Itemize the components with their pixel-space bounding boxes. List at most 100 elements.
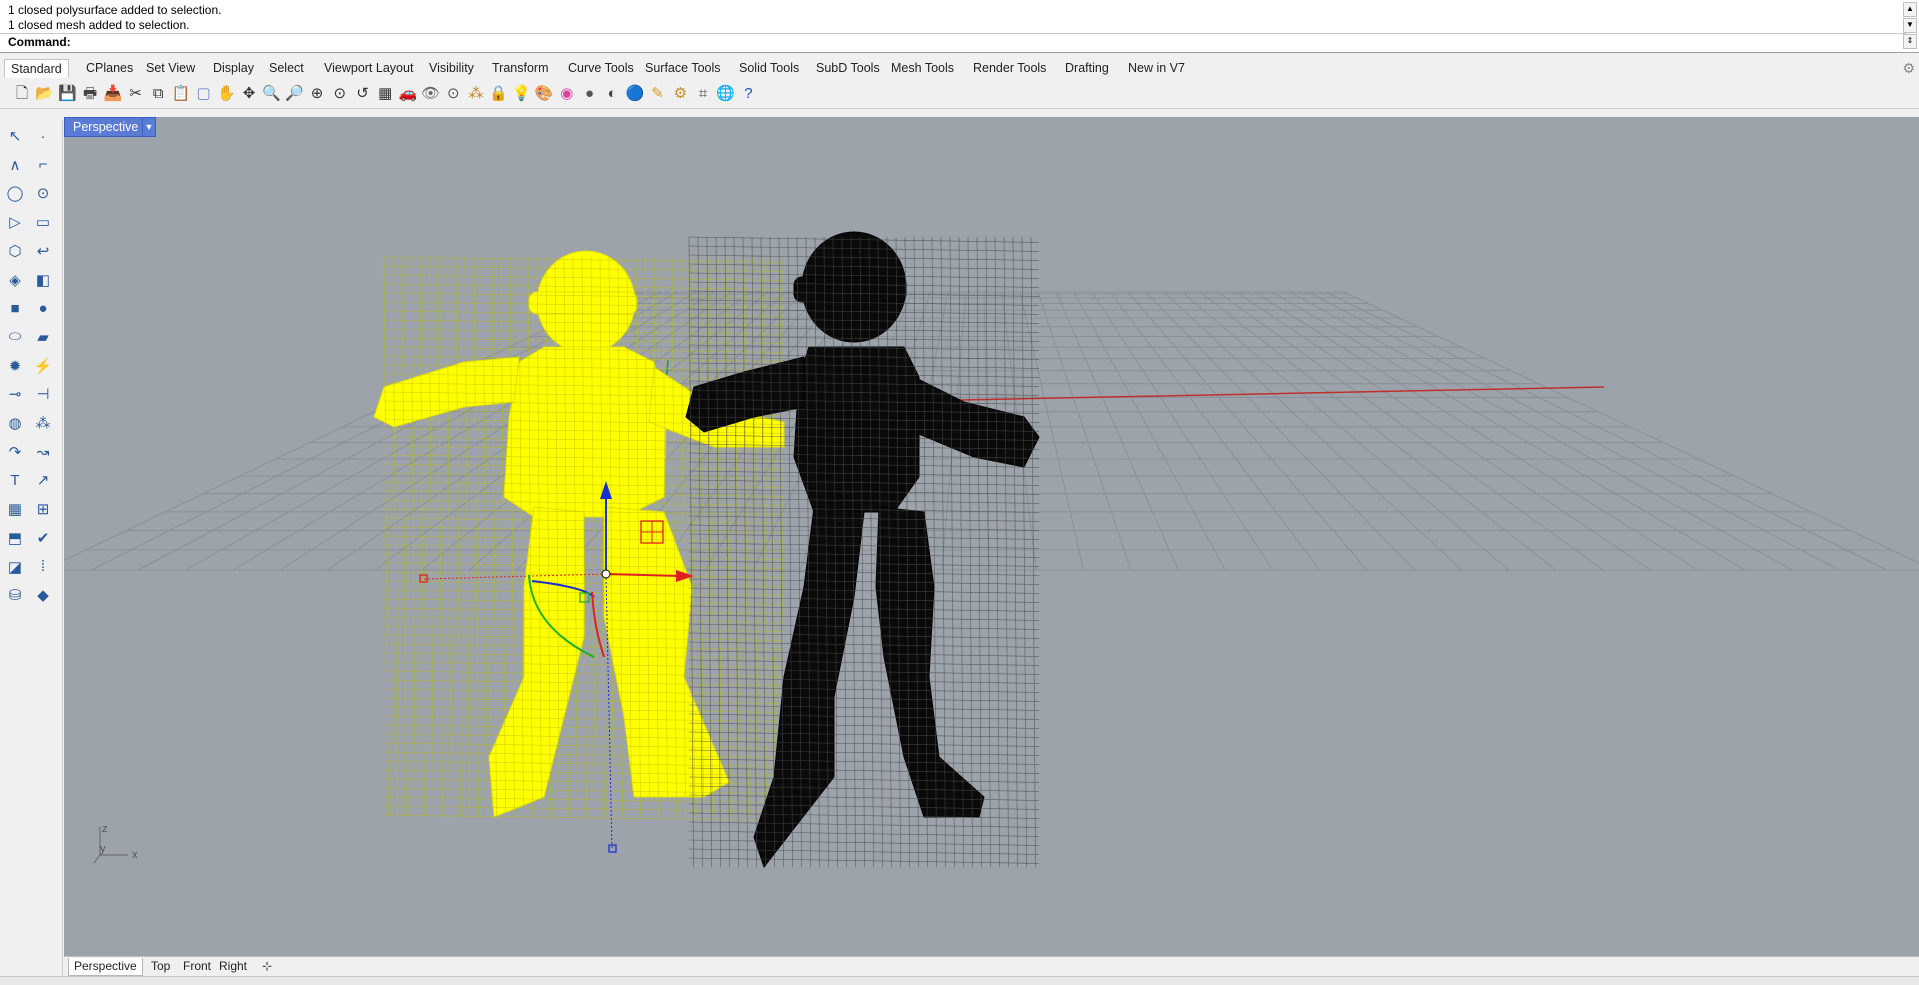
new-file-icon[interactable]: 🗋 xyxy=(10,81,34,105)
viewport-tab-perspective[interactable]: Perspective xyxy=(68,958,143,976)
dimension-tool-icon[interactable]: ⊞ xyxy=(31,497,55,521)
select-arrow-tool-icon[interactable]: ↖ xyxy=(3,124,27,148)
render-preview-icon[interactable]: 🔵 xyxy=(623,81,647,105)
tab-viewport-layout[interactable]: Viewport Layout xyxy=(318,59,419,77)
polyline-tool-icon[interactable]: ∧ xyxy=(3,153,27,177)
four-viewports-icon[interactable]: ▦ xyxy=(373,81,397,105)
curve-tool-icon[interactable]: ⌐ xyxy=(31,153,55,177)
points-on-icon[interactable]: ⊙ xyxy=(441,81,465,105)
point-tool-icon[interactable]: · xyxy=(31,124,55,148)
plane-tool-icon[interactable]: ▰ xyxy=(31,325,55,349)
hidden-display-icon[interactable]: 👁 xyxy=(419,81,443,105)
extrude-tool-icon[interactable]: ◧ xyxy=(31,268,55,292)
globe-icon[interactable]: 🌐 xyxy=(714,81,738,105)
zoom-extents-icon[interactable]: ⊕ xyxy=(305,81,329,105)
sphere-tool-icon[interactable]: ● xyxy=(31,296,55,320)
shaded-sphere-icon[interactable]: ◐ xyxy=(600,81,624,105)
box-tool-icon[interactable]: ■ xyxy=(3,296,27,320)
gear-properties-icon[interactable]: ⚙ xyxy=(668,81,692,105)
join-tool-icon[interactable]: ⊸ xyxy=(3,382,27,406)
transform-tool-icon[interactable]: ↗ xyxy=(31,468,55,492)
explode-tool-icon[interactable]: ✹ xyxy=(3,354,27,378)
check-tool-icon[interactable]: ✔ xyxy=(31,526,55,550)
fillet-tool-icon[interactable]: ↩ xyxy=(31,239,55,263)
command-input[interactable] xyxy=(70,34,1894,52)
patch-tool-icon[interactable]: ◪ xyxy=(3,555,27,579)
dots-tool-icon[interactable]: ⁞ xyxy=(31,555,55,579)
sweep-tool-icon[interactable]: ↷ xyxy=(3,440,27,464)
tab-mesh-tools[interactable]: Mesh Tools xyxy=(885,59,960,77)
zoom-window-icon[interactable]: 🔎 xyxy=(282,81,306,105)
tab-display[interactable]: Display xyxy=(207,59,260,77)
history-scroll-up[interactable]: ▲ xyxy=(1903,2,1917,17)
tab-cplanes[interactable]: CPlanes xyxy=(80,59,139,77)
zoom-dynamic-icon[interactable]: 🔍 xyxy=(260,81,284,105)
copy-icon[interactable]: ⧉ xyxy=(146,81,170,105)
history-scroll-down[interactable]: ▼ xyxy=(1903,18,1917,33)
tab-visibility[interactable]: Visibility xyxy=(423,59,480,77)
polygon-tool-icon[interactable]: ⬡ xyxy=(3,239,27,263)
circle-tool-icon[interactable]: ◯ xyxy=(3,181,27,205)
save-icon[interactable]: 💾 xyxy=(55,81,79,105)
tab-surface-tools[interactable]: Surface Tools xyxy=(639,59,727,77)
perspective-viewport[interactable]: z y x Perspective ▼ xyxy=(64,117,1919,956)
tab-select[interactable]: Select xyxy=(263,59,310,77)
print-icon[interactable]: 🖶 xyxy=(78,81,102,105)
lamp-icon[interactable]: ✎ xyxy=(646,81,670,105)
tab-standard[interactable]: Standard xyxy=(4,59,69,78)
loft-tool-icon[interactable]: ↝ xyxy=(31,440,55,464)
material-icon[interactable]: 🎨 xyxy=(532,81,556,105)
grid-snap-icon[interactable]: ⌗ xyxy=(691,81,715,105)
tab-set-view[interactable]: Set View xyxy=(140,59,201,77)
select-window-icon[interactable]: ▢ xyxy=(192,81,216,105)
boolean-tool-icon[interactable]: ◍ xyxy=(3,411,27,435)
import-icon[interactable]: 📥 xyxy=(101,81,125,105)
command-spin-icon[interactable]: ⇕ xyxy=(1903,34,1917,49)
lock-icon[interactable]: 🔒 xyxy=(487,81,511,105)
tab-transform[interactable]: Transform xyxy=(486,59,555,77)
tab-render-tools[interactable]: Render Tools xyxy=(967,59,1052,77)
rectangle-tool-icon[interactable]: ▭ xyxy=(31,210,55,234)
toolbar-options-gear-icon[interactable]: ⚙ xyxy=(1902,60,1915,77)
cut-icon[interactable]: ✂ xyxy=(124,81,148,105)
viewport-tab-right[interactable]: Right xyxy=(214,958,252,975)
history-line: 1 closed polysurface added to selection. xyxy=(8,3,222,17)
render-sphere-icon[interactable]: ● xyxy=(578,81,602,105)
render-tool-icon[interactable]: ⛁ xyxy=(3,583,27,607)
chevron-down-icon[interactable]: ▼ xyxy=(142,117,156,137)
ellipse-tool-icon[interactable]: ⊙ xyxy=(31,181,55,205)
rotate-view-icon[interactable]: ✥ xyxy=(237,81,261,105)
selected-polysurface-figure[interactable] xyxy=(373,250,785,818)
tab-solid-tools[interactable]: Solid Tools xyxy=(733,59,805,77)
color-wheel-icon[interactable]: ◉ xyxy=(555,81,579,105)
add-viewport-tab-icon[interactable]: ⊹ xyxy=(257,958,277,975)
light-icon[interactable]: 💡 xyxy=(509,81,533,105)
mesh-tool-icon[interactable]: ⚡ xyxy=(31,354,55,378)
axis-label-y: y xyxy=(100,843,106,855)
select-points-icon[interactable]: ⁂ xyxy=(464,81,488,105)
viewport-title[interactable]: Perspective xyxy=(64,117,148,137)
zoom-selected-icon[interactable]: ⊙ xyxy=(328,81,352,105)
paste-icon[interactable]: 📋 xyxy=(169,81,193,105)
undo-view-icon[interactable]: ↺ xyxy=(351,81,375,105)
tab-subd-tools[interactable]: SubD Tools xyxy=(810,59,886,77)
help-icon[interactable]: ? xyxy=(736,81,760,105)
tab-new-in-v7[interactable]: New in V7 xyxy=(1122,59,1191,77)
open-file-icon[interactable]: 📂 xyxy=(33,81,57,105)
text-tool-icon[interactable]: T xyxy=(3,468,27,492)
tab-curve-tools[interactable]: Curve Tools xyxy=(562,59,640,77)
car-display-icon[interactable]: 🚗 xyxy=(396,81,420,105)
split-tool-icon[interactable]: ⊣ xyxy=(31,382,55,406)
viewport-tab-top[interactable]: Top xyxy=(146,958,175,975)
arc-tool-icon[interactable]: ▷ xyxy=(3,210,27,234)
surface-tool-icon[interactable]: ◈ xyxy=(3,268,27,292)
command-history-panel: 1 closed polysurface added to selection.… xyxy=(0,0,1919,53)
array-tool-icon[interactable]: ▦ xyxy=(3,497,27,521)
gear-tool-icon[interactable]: ◆ xyxy=(31,583,55,607)
tab-drafting[interactable]: Drafting xyxy=(1059,59,1115,77)
group-tool-icon[interactable]: ⁂ xyxy=(31,411,55,435)
analyze-tool-icon[interactable]: ⬒ xyxy=(3,526,27,550)
pan-icon[interactable]: ✋ xyxy=(214,81,238,105)
cylinder-tool-icon[interactable]: ⬭ xyxy=(3,325,27,349)
viewport-tab-front[interactable]: Front xyxy=(178,958,216,975)
